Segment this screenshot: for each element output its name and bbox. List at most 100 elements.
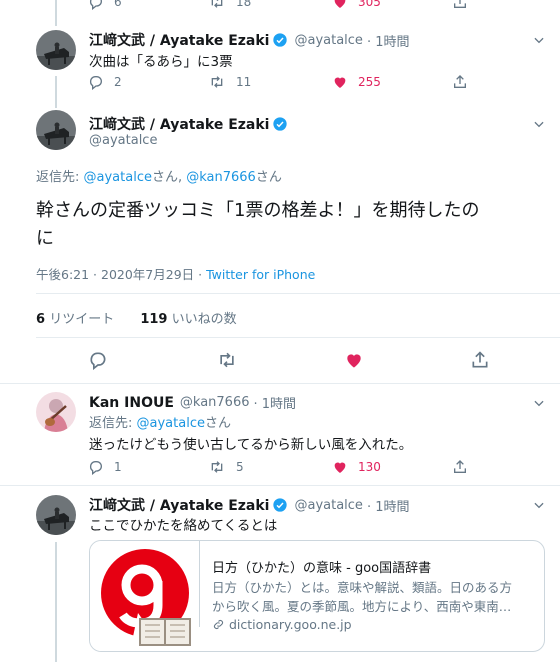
like-count: 305 — [358, 0, 381, 9]
retweet-button[interactable]: 18 — [208, 0, 251, 10]
verified-badge-icon — [273, 33, 288, 47]
divider — [36, 293, 560, 294]
reply-icon — [89, 461, 102, 475]
reply-button[interactable]: 6 — [88, 0, 122, 10]
avatar[interactable] — [36, 110, 76, 150]
timestamp-text[interactable]: 午後6:21 · 2020年7月29日 · — [36, 267, 206, 282]
tweet-header: 江﨑文武 / Ayatake Ezaki @ayatalce · 1時間 — [89, 495, 409, 515]
tweet-text: 迷ったけどもう使い古してるから新しい風を入れた。 — [89, 437, 413, 453]
reply-button[interactable] — [88, 350, 108, 370]
verified-badge-icon — [273, 117, 288, 131]
retweet-count: 11 — [236, 75, 252, 89]
retweet-button[interactable]: 5 — [208, 459, 244, 475]
retweets-number: 6 — [36, 312, 46, 327]
chevron-down-icon[interactable] — [532, 33, 546, 47]
share-button[interactable] — [470, 350, 490, 370]
link-card-domain: dictionary.goo.ne.jp — [212, 617, 352, 632]
display-name[interactable]: 江﨑文武 / Ayatake Ezaki — [89, 495, 269, 515]
reply-to-user-link[interactable]: @ayatalce — [84, 170, 152, 185]
likes-label: いいねの数 — [171, 312, 237, 327]
likes-number: 119 — [140, 312, 168, 327]
like-button[interactable]: 305 — [332, 0, 381, 10]
main-tweet-text: 幹さんの定番ツッコミ「1票の格差よ！」を期待したの に — [36, 197, 479, 253]
heart-icon — [347, 354, 361, 368]
avatar[interactable] — [36, 30, 76, 70]
chevron-down-icon[interactable] — [532, 396, 546, 410]
avatar-guitar-image — [36, 392, 76, 432]
like-button[interactable] — [344, 350, 364, 370]
like-count: 255 — [358, 75, 381, 89]
reply-to-user-link[interactable]: @ayatalce — [137, 416, 205, 431]
display-name[interactable]: 江﨑文武 / Ayatake Ezaki — [89, 30, 269, 50]
retweets-label: リツイート — [49, 312, 115, 327]
retweet-icon — [211, 0, 223, 8]
retweet-button[interactable]: 11 — [208, 74, 251, 90]
chevron-down-icon[interactable] — [532, 117, 546, 131]
display-name[interactable]: 江﨑文武 / Ayatake Ezaki — [89, 114, 269, 134]
reply-to-user-link[interactable]: @kan7666 — [186, 170, 256, 185]
engagement-stats: 6 リツイート 119 いいねの数 — [36, 308, 237, 327]
link-card-domain-text: dictionary.goo.ne.jp — [229, 617, 352, 632]
link-icon — [213, 619, 224, 630]
main-tweet-text-line: に — [36, 228, 54, 249]
reply-button[interactable]: 1 — [88, 459, 122, 475]
retweet-count: 5 — [236, 460, 244, 474]
tweet-timestamp: 午後6:21 · 2020年7月29日 · Twitter for iPhone — [36, 264, 315, 283]
retweet-count: 18 — [236, 0, 252, 9]
like-button[interactable]: 255 — [332, 74, 381, 90]
reply-icon — [89, 76, 102, 90]
link-card-title: 日方（ひかた）の意味 - goo国語辞書 — [212, 561, 432, 576]
share-button[interactable] — [452, 459, 468, 475]
retweet-icon — [220, 352, 234, 368]
likes-stat[interactable]: 119 いいねの数 — [140, 312, 236, 327]
tweet-time[interactable]: · 1時間 — [367, 496, 410, 515]
reply-count: 2 — [114, 75, 122, 89]
user-handle[interactable]: @ayatalce — [89, 133, 157, 148]
link-card[interactable]: 日方（ひかた）の意味 - goo国語辞書 日方（ひかた）とは。意味や解説、類語。… — [89, 540, 545, 652]
avatar[interactable] — [36, 495, 76, 535]
display-name[interactable]: Kan INOUE — [89, 395, 174, 411]
divider — [0, 485, 560, 486]
reply-count: 1 — [114, 460, 122, 474]
heart-icon — [334, 0, 346, 8]
reply-to-line: 返信先: @ayatalceさん, @kan7666さん — [36, 166, 282, 185]
reply-icon — [90, 352, 106, 370]
link-card-description-line: から吹く風。夏の季節風。地方により、西南や東南… — [212, 599, 512, 614]
user-handle[interactable]: @kan7666 — [180, 395, 250, 410]
reply-to-prefix: 返信先: — [36, 170, 84, 185]
share-button[interactable] — [452, 74, 468, 90]
tweet-time[interactable]: · 1時間 — [367, 31, 410, 50]
thread-line — [55, 76, 57, 108]
avatar[interactable] — [36, 392, 76, 432]
tweet-header: Kan INOUE @kan7666 · 1時間 — [89, 393, 297, 413]
like-count: 130 — [358, 460, 381, 474]
tweet-source-link[interactable]: Twitter for iPhone — [206, 267, 315, 282]
retweet-icon — [211, 76, 223, 88]
link-card-thumbnail — [90, 541, 200, 651]
tweet-time[interactable]: · 1時間 — [254, 393, 297, 412]
share-button[interactable] — [452, 0, 468, 10]
user-handle[interactable]: @ayatalce — [294, 498, 362, 513]
reply-count: 6 — [114, 0, 122, 9]
heart-icon — [334, 462, 346, 473]
avatar-piano-image — [36, 30, 76, 70]
user-handle[interactable]: @ayatalce — [294, 33, 362, 48]
retweet-button[interactable] — [216, 350, 238, 370]
thread-line — [55, 0, 57, 26]
retweets-stat[interactable]: 6 リツイート — [36, 312, 114, 327]
reply-to-prefix: 返信先: — [89, 416, 137, 431]
chevron-down-icon[interactable] — [532, 498, 546, 512]
divider — [36, 337, 560, 338]
like-button[interactable]: 130 — [332, 459, 381, 475]
link-card-description: 日方（ひかた）とは。意味や解説、類語。日のある方 から吹く風。夏の季節風。地方に… — [212, 578, 538, 616]
reply-to-suffix: さん — [204, 416, 231, 431]
reply-icon — [89, 0, 102, 10]
reply-to-line: 返信先: @ayatalceさん — [89, 412, 231, 431]
avatar-piano-image — [36, 110, 76, 150]
tweet-text: ここでひかたを絡めてくるとは — [89, 518, 278, 534]
share-icon — [454, 460, 466, 473]
avatar-piano-image — [36, 495, 76, 535]
share-icon — [472, 351, 488, 368]
heart-icon — [334, 77, 346, 88]
reply-button[interactable]: 2 — [88, 74, 122, 90]
